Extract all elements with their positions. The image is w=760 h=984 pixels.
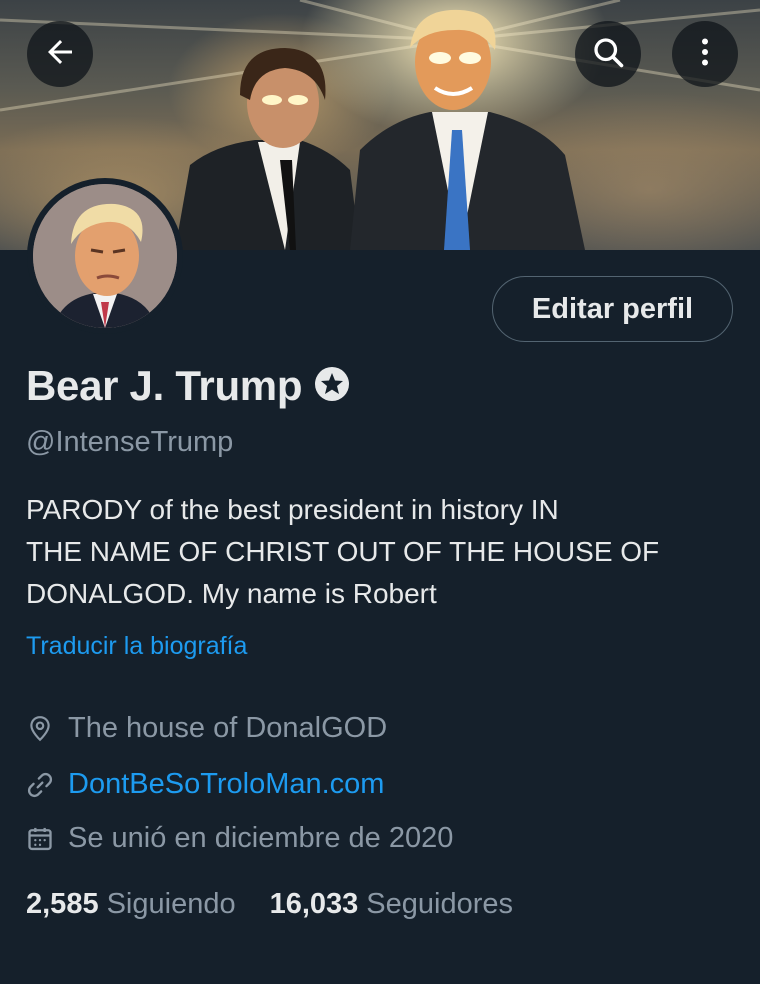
following-stat[interactable]: 2,585 Siguiendo bbox=[26, 888, 236, 921]
followers-count: 16,033 bbox=[269, 888, 359, 920]
link-icon bbox=[26, 771, 54, 799]
translate-bio-link[interactable]: Traducir la biografía bbox=[26, 632, 247, 661]
search-button[interactable] bbox=[575, 21, 641, 87]
website-row: DontBeSoTroloMan.com bbox=[26, 768, 384, 801]
following-count: 2,585 bbox=[26, 888, 99, 920]
verified-badge-icon[interactable] bbox=[314, 366, 350, 407]
display-name: Bear J. Trump bbox=[26, 362, 303, 409]
avatar[interactable] bbox=[33, 184, 177, 328]
following-label: Siguiendo bbox=[106, 888, 236, 920]
website-link[interactable]: DontBeSoTroloMan.com bbox=[68, 768, 384, 801]
followers-stat[interactable]: 16,033 Seguidores bbox=[270, 888, 513, 921]
more-options-button[interactable] bbox=[672, 21, 738, 87]
search-icon bbox=[590, 34, 626, 75]
location-row: The house of DonalGOD bbox=[26, 712, 387, 745]
followers-label: Seguidores bbox=[366, 888, 513, 920]
joined-row: Se unió en diciembre de 2020 bbox=[26, 822, 453, 855]
follow-stats: 2,585 Siguiendo 16,033 Seguidores bbox=[26, 888, 513, 921]
edit-profile-button[interactable]: Editar perfil bbox=[492, 276, 733, 342]
avatar-frame[interactable] bbox=[27, 178, 183, 334]
back-button[interactable] bbox=[27, 21, 93, 87]
more-vertical-icon bbox=[687, 34, 723, 75]
calendar-icon bbox=[26, 825, 54, 853]
name-row: Bear J. Trump bbox=[26, 362, 350, 410]
location-pin-icon bbox=[26, 715, 54, 743]
location-text: The house of DonalGOD bbox=[68, 712, 388, 744]
avatar-image bbox=[33, 184, 177, 328]
joined-date: Se unió en diciembre de 2020 bbox=[68, 822, 454, 854]
arrow-left-icon bbox=[42, 34, 78, 75]
user-handle: @IntenseTrump bbox=[26, 426, 234, 458]
bio-text: PARODY of the best president in history … bbox=[26, 494, 660, 609]
